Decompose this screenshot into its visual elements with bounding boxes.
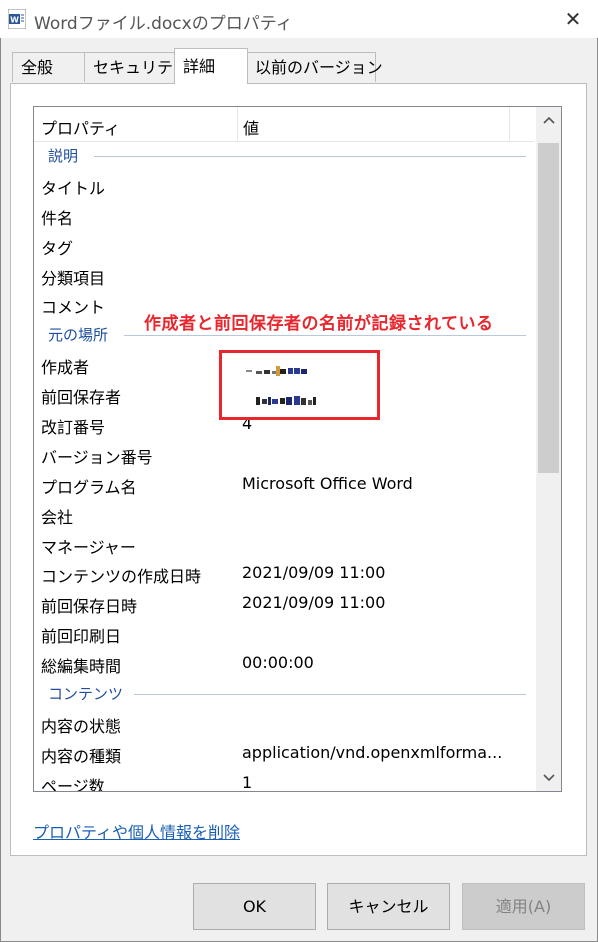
list-rows: 説明 タイトル 件名 タグ 分類項目 コメント 元の場所 作成者 前回保存者 改… <box>34 141 534 792</box>
property-name: 作成者 <box>41 358 90 378</box>
tab-general-label: 全般 <box>21 58 54 77</box>
property-value[interactable]: application/vnd.openxmlforma... <box>242 743 502 762</box>
table-row[interactable]: 分類項目 <box>34 261 534 291</box>
property-name: 総編集時間 <box>41 657 122 677</box>
column-divider <box>509 107 510 141</box>
property-value[interactable]: 2021/09/09 11:00 <box>242 563 385 582</box>
chevron-down-glyph <box>542 774 555 782</box>
annotation-text: 作成者と前回保存者の名前が記録されている <box>144 314 494 334</box>
property-name: 分類項目 <box>41 268 106 288</box>
annotation-box <box>219 350 380 420</box>
property-name: 前回保存者 <box>41 388 122 408</box>
property-name: コメント <box>41 298 106 318</box>
remove-properties-link[interactable]: プロパティや個人情報を削除 <box>33 819 240 843</box>
chevron-up-glyph <box>542 116 555 124</box>
property-name: プログラム名 <box>41 477 137 497</box>
property-name: バージョン番号 <box>41 447 153 467</box>
property-name: ページ数 <box>41 776 105 792</box>
property-name: 会社 <box>41 507 74 527</box>
table-row[interactable]: タグ <box>34 231 534 261</box>
apply-button[interactable]: 適用(A) <box>462 883 585 930</box>
close-icon[interactable]: ✕ <box>565 7 582 31</box>
window-title: Wordファイル.docxのプロパティ <box>34 14 293 34</box>
table-row[interactable]: 内容の状態 <box>34 709 534 739</box>
column-header-value[interactable]: 値 <box>243 115 259 139</box>
tab-previous-versions-label: 以前のバージョン <box>255 58 383 77</box>
property-value[interactable]: 2021/09/09 11:00 <box>242 593 385 612</box>
property-name: マネージャー <box>41 537 136 557</box>
svg-text:W: W <box>10 16 19 25</box>
property-value[interactable]: Microsoft Office Word <box>242 474 413 493</box>
table-row[interactable]: タイトル <box>34 171 534 201</box>
property-name: 内容の種類 <box>41 746 122 766</box>
property-name: タグ <box>41 238 74 258</box>
property-value[interactable]: 1 <box>242 773 252 791</box>
vertical-scrollbar[interactable] <box>536 107 561 791</box>
property-name: コンテンツの作成日時 <box>41 567 202 587</box>
group-divider <box>94 156 526 157</box>
group-label: 説明 <box>48 145 85 166</box>
group-content: コンテンツ <box>34 679 534 709</box>
table-row[interactable]: バージョン番号 <box>34 440 534 470</box>
column-header-property[interactable]: プロパティ <box>41 115 120 139</box>
table-row[interactable]: 内容の種類 application/vnd.openxmlforma... <box>34 739 534 769</box>
table-row[interactable]: 前回保存日時 2021/09/09 11:00 <box>34 589 534 619</box>
tab-previous-versions[interactable]: 以前のバージョン <box>246 52 383 82</box>
close-button[interactable]: ✕ <box>560 8 586 30</box>
tab-details-label: 詳細 <box>183 57 216 76</box>
table-row[interactable]: 件名 <box>34 201 534 231</box>
property-name: 前回保存日時 <box>41 597 138 617</box>
group-description: 説明 <box>34 141 534 171</box>
property-name: 件名 <box>41 208 74 228</box>
title-bar: W Wordファイル.docxのプロパティ ✕ <box>0 0 598 38</box>
ok-button[interactable]: OK <box>193 883 316 930</box>
group-divider <box>134 694 526 696</box>
tab-details[interactable]: 詳細 <box>174 48 248 84</box>
chevron-up-icon[interactable] <box>536 107 561 133</box>
property-name: タイトル <box>41 178 106 198</box>
column-divider <box>237 107 238 141</box>
table-row[interactable]: マネージャー <box>34 530 534 560</box>
property-name: 改訂番号 <box>41 418 106 438</box>
scrollbar-thumb[interactable] <box>538 143 559 473</box>
property-list[interactable]: プロパティ 値 説明 タイトル 件名 タグ 分類項目 コメント 元の場所 作成者… <box>33 106 562 792</box>
table-row[interactable]: コンテンツの作成日時 2021/09/09 11:00 <box>34 559 534 589</box>
tab-security[interactable]: セキュリティ <box>84 52 188 82</box>
chevron-down-icon[interactable] <box>536 765 561 791</box>
group-label: コンテンツ <box>48 683 130 705</box>
table-row[interactable]: 会社 <box>34 500 534 530</box>
table-row[interactable]: ページ数 1 <box>34 769 534 792</box>
table-row[interactable]: プログラム名 Microsoft Office Word <box>34 470 534 500</box>
list-header: プロパティ 値 <box>34 107 534 142</box>
property-name: 内容の状態 <box>41 716 122 736</box>
table-row[interactable]: 総編集時間 00:00:00 <box>34 649 534 679</box>
group-label: 元の場所 <box>48 324 115 346</box>
cancel-button[interactable]: キャンセル <box>327 883 450 930</box>
word-icon: W <box>8 9 26 29</box>
tab-general[interactable]: 全般 <box>12 52 86 82</box>
group-divider <box>124 335 526 337</box>
property-value[interactable]: 00:00:00 <box>242 653 314 672</box>
table-row[interactable]: 前回印刷日 <box>34 619 534 649</box>
property-name: 前回印刷日 <box>41 627 122 647</box>
